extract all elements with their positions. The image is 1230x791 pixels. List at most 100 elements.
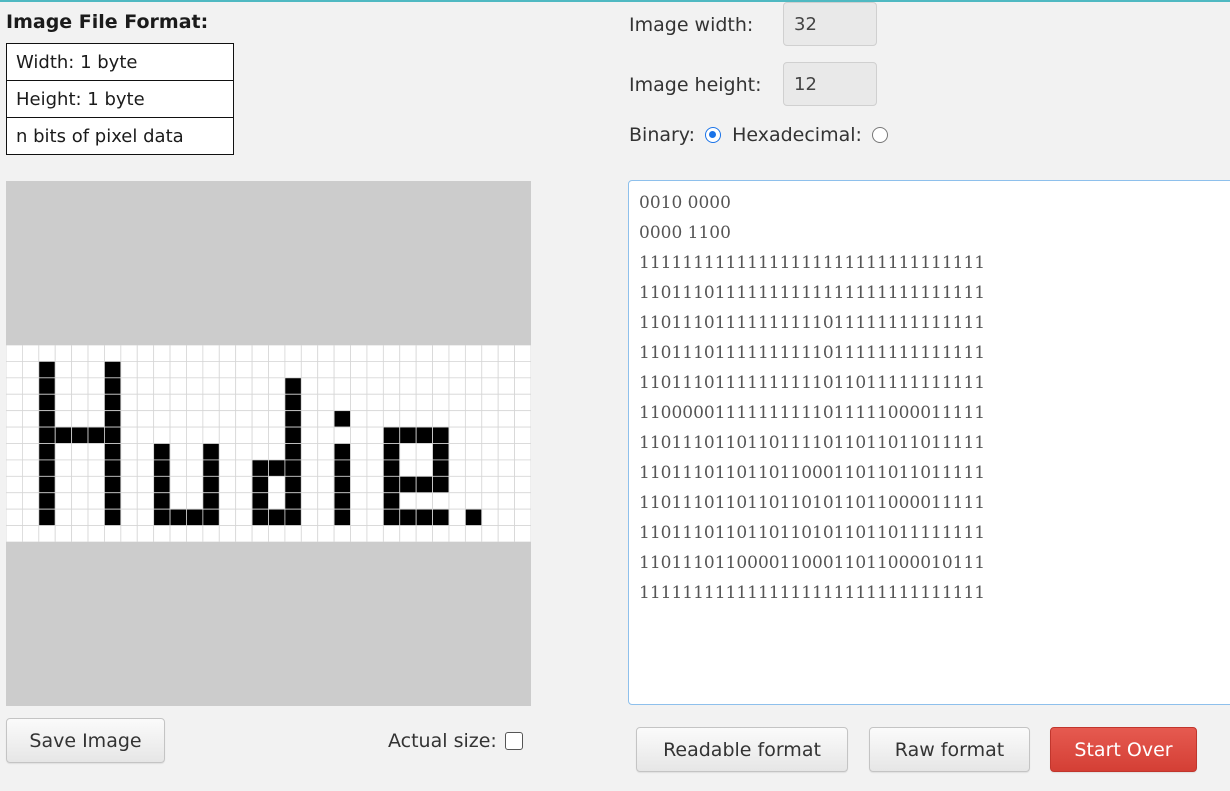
hexadecimal-radio[interactable] [871, 127, 888, 143]
pixel-cell[interactable] [6, 475, 23, 494]
pixel-cell[interactable] [22, 361, 40, 379]
pixel-cell[interactable] [235, 525, 253, 542]
pixel-cell[interactable] [87, 393, 105, 412]
pixel-cell[interactable] [235, 393, 253, 412]
pixel-cell[interactable] [514, 492, 531, 510]
pixel-cell[interactable] [497, 361, 515, 379]
pixel-cell[interactable] [432, 459, 450, 477]
pixel-cell[interactable] [464, 525, 483, 542]
pixel-cell[interactable] [514, 345, 531, 362]
pixel-cell[interactable] [333, 426, 351, 444]
pixel-cell[interactable] [235, 426, 253, 444]
pixel-cell[interactable] [235, 377, 253, 395]
pixel-cell[interactable] [448, 508, 466, 526]
pixel-cell[interactable] [366, 475, 384, 494]
pixel-cell[interactable] [153, 345, 171, 362]
pixel-cell[interactable] [268, 345, 286, 362]
pixel-cell[interactable] [186, 508, 204, 526]
pixel-cell[interactable] [481, 492, 499, 510]
pixel-cell[interactable] [202, 525, 220, 542]
pixel-cell[interactable] [235, 443, 253, 461]
pixel-cell[interactable] [366, 393, 384, 412]
pixel-cell[interactable] [104, 410, 122, 428]
pixel-cell[interactable] [87, 443, 105, 461]
pixel-cell[interactable] [432, 443, 450, 461]
pixel-cell[interactable] [415, 345, 433, 362]
pixel-cell[interactable] [202, 345, 220, 362]
pixel-cell[interactable] [6, 508, 23, 526]
pixel-cell[interactable] [22, 410, 40, 428]
pixel-cell[interactable] [399, 361, 417, 379]
pixel-cell[interactable] [399, 377, 417, 395]
pixel-cell[interactable] [120, 475, 138, 494]
pixel-cell[interactable] [186, 443, 204, 461]
pixel-cell[interactable] [218, 492, 237, 510]
pixel-cell[interactable] [268, 393, 286, 412]
pixel-cell[interactable] [514, 475, 531, 494]
pixel-cell[interactable] [497, 393, 515, 412]
pixel-cell[interactable] [415, 393, 433, 412]
pixel-cell[interactable] [497, 492, 515, 510]
pixel-cell[interactable] [284, 426, 302, 444]
pixel-cell[interactable] [399, 492, 417, 510]
pixel-cell[interactable] [38, 525, 56, 542]
pixel-cell[interactable] [366, 361, 384, 379]
pixel-cell[interactable] [87, 492, 105, 510]
pixel-cell[interactable] [38, 492, 56, 510]
pixel-cell[interactable] [153, 443, 171, 461]
pixel-cell[interactable] [382, 475, 401, 494]
pixel-cell[interactable] [136, 508, 155, 526]
pixel-cell[interactable] [284, 492, 302, 510]
pixel-cell[interactable] [300, 443, 319, 461]
pixel-cell[interactable] [71, 377, 89, 395]
pixel-cell[interactable] [104, 361, 122, 379]
image-width-input[interactable] [783, 2, 877, 46]
pixel-cell[interactable] [448, 492, 466, 510]
pixel-cell[interactable] [153, 459, 171, 477]
pixel-cell[interactable] [218, 410, 237, 428]
pixel-cell[interactable] [415, 475, 433, 494]
pixel-cell[interactable] [448, 410, 466, 428]
pixel-cell[interactable] [399, 508, 417, 526]
pixel-cell[interactable] [22, 508, 40, 526]
pixel-cell[interactable] [366, 410, 384, 428]
pixel-cell[interactable] [6, 459, 23, 477]
pixel-cell[interactable] [481, 393, 499, 412]
pixel-cell[interactable] [136, 475, 155, 494]
pixel-cell[interactable] [54, 459, 73, 477]
pixel-cell[interactable] [514, 410, 531, 428]
pixel-cell[interactable] [481, 377, 499, 395]
pixel-cell[interactable] [202, 361, 220, 379]
pixel-cell[interactable] [464, 345, 483, 362]
pixel-cell[interactable] [136, 492, 155, 510]
pixel-cell[interactable] [432, 410, 450, 428]
pixel-cell[interactable] [6, 410, 23, 428]
pixel-cell[interactable] [399, 410, 417, 428]
pixel-cell[interactable] [54, 393, 73, 412]
pixel-cell[interactable] [268, 377, 286, 395]
pixel-cell[interactable] [399, 393, 417, 412]
pixel-cell[interactable] [481, 426, 499, 444]
pixel-cell[interactable] [464, 361, 483, 379]
pixel-cell[interactable] [120, 410, 138, 428]
pixel-cell[interactable] [87, 426, 105, 444]
pixel-cell[interactable] [382, 393, 401, 412]
pixel-cell[interactable] [268, 475, 286, 494]
readable-format-button[interactable]: Readable format [636, 727, 848, 772]
pixel-cell[interactable] [333, 361, 351, 379]
pixel-cell[interactable] [120, 393, 138, 412]
pixel-cell[interactable] [415, 508, 433, 526]
pixel-cell[interactable] [22, 492, 40, 510]
pixel-cell[interactable] [415, 377, 433, 395]
pixel-cell[interactable] [71, 393, 89, 412]
pixel-cell[interactable] [235, 492, 253, 510]
pixel-cell[interactable] [71, 443, 89, 461]
pixel-cell[interactable] [366, 508, 384, 526]
pixel-cell[interactable] [333, 459, 351, 477]
pixel-cell[interactable] [432, 393, 450, 412]
pixel-cell[interactable] [218, 508, 237, 526]
pixel-cell[interactable] [448, 475, 466, 494]
pixel-cell[interactable] [120, 492, 138, 510]
pixel-cell[interactable] [6, 443, 23, 461]
pixel-cell[interactable] [251, 345, 269, 362]
